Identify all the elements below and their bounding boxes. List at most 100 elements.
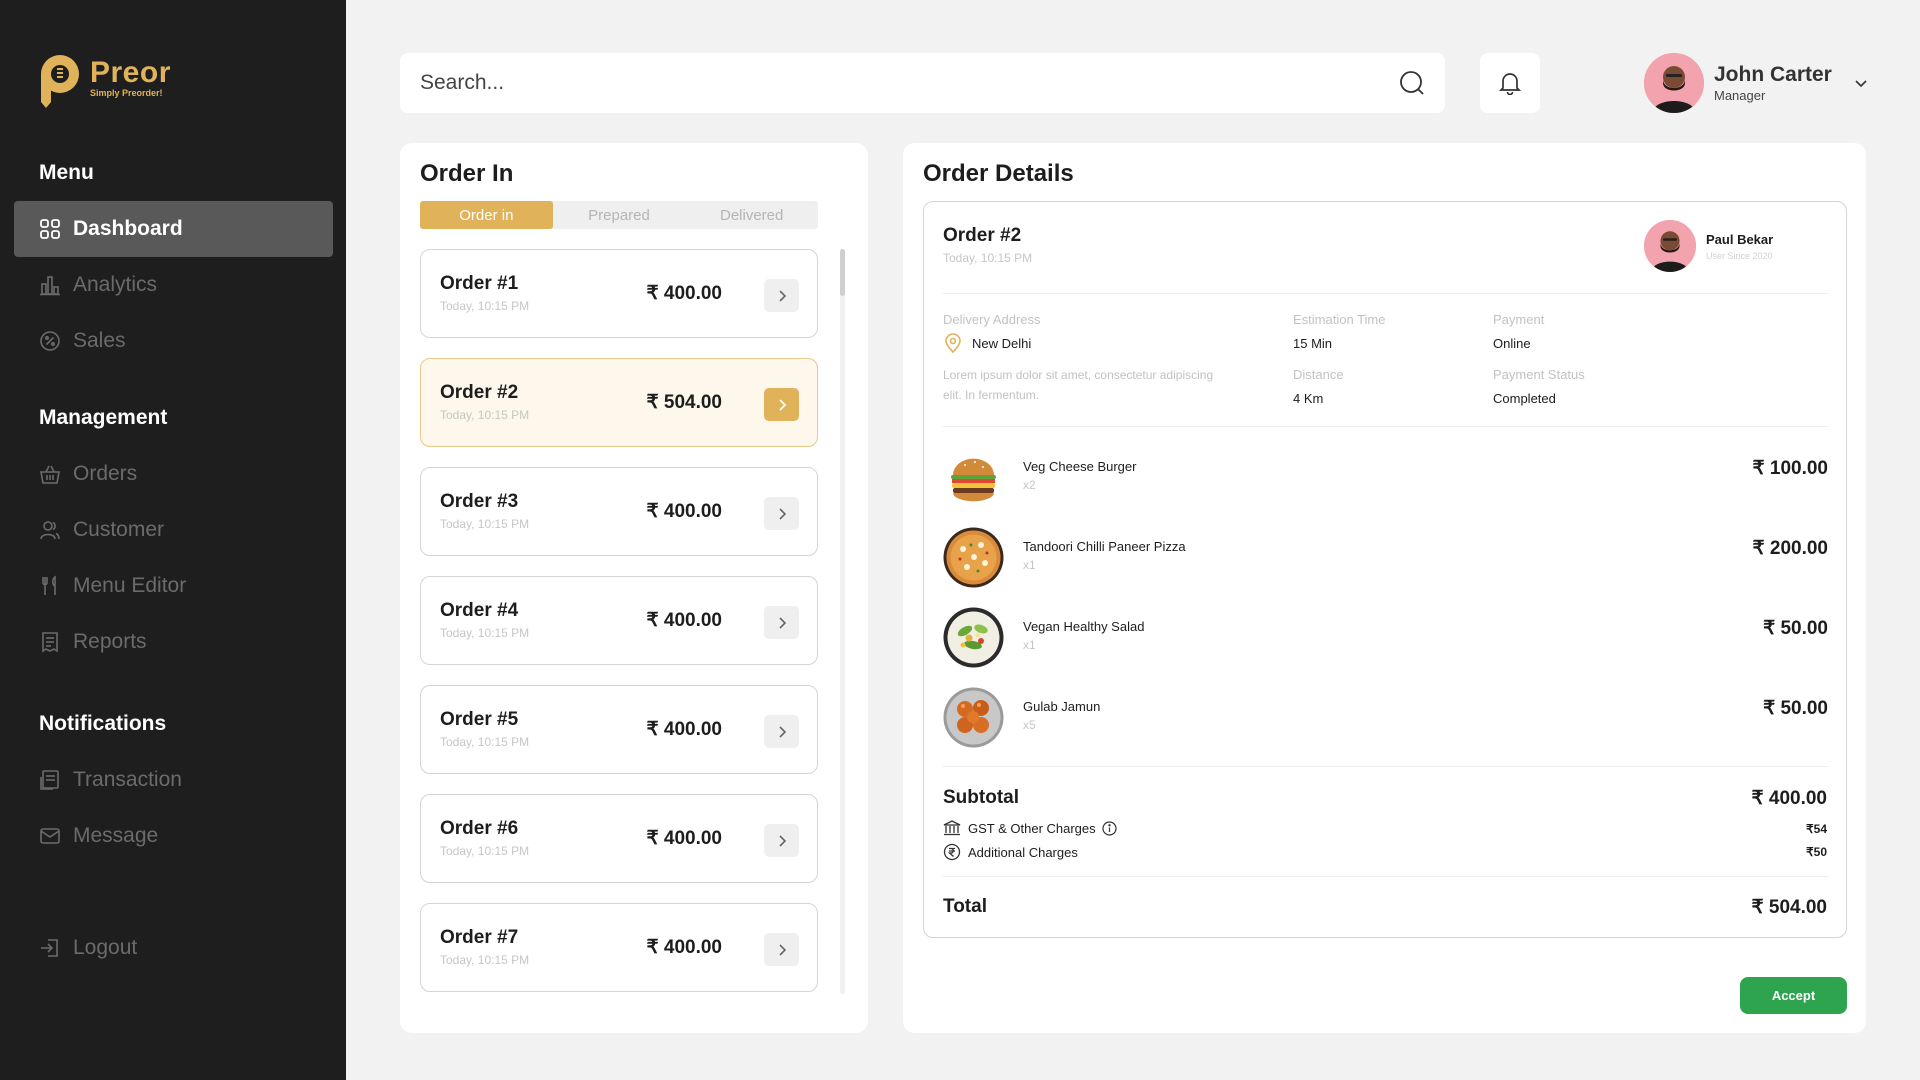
open-order-button[interactable] [764,824,799,857]
sidebar-item-dashboard[interactable]: Dashboard [14,201,333,257]
order-card[interactable]: Order #1 Today, 10:15 PM ₹ 400.00 [420,249,818,338]
search-bar [400,53,1445,113]
info-icon[interactable] [1102,820,1117,836]
sidebar-item-reports[interactable]: Reports [14,614,333,670]
bar-chart-icon [38,273,62,297]
additional-charges-label: Additional Charges [968,844,1078,860]
item-price: ₹ 50.00 [1763,698,1828,719]
open-order-button[interactable] [764,715,799,748]
user-profile-menu[interactable]: John Carter Manager [1644,53,1868,113]
mail-icon [38,824,62,848]
sidebar-item-label: Dashboard [73,217,183,240]
notification-button[interactable] [1480,53,1540,113]
order-item: Gulab Jamun x5 ₹ 50.00 [943,687,1828,749]
order-amount: ₹ 400.00 [646,828,722,849]
item-price: ₹ 50.00 [1763,618,1828,639]
divider [943,766,1828,767]
tab-delivered[interactable]: Delivered [685,201,818,229]
search-icon[interactable] [1399,70,1425,96]
order-time: Today, 10:15 PM [440,408,530,422]
order-details-panel: Order Details Order #2 Today, 10:15 PM P… [903,143,1866,1033]
order-list-scrollbar[interactable] [840,249,845,994]
menu-section-title: Menu [39,161,94,184]
location-pin-icon [943,333,963,353]
total-value: ₹ 504.00 [1751,897,1827,918]
bank-icon [943,820,961,836]
open-order-button[interactable] [764,279,799,312]
order-card[interactable]: Order #3 Today, 10:15 PM ₹ 400.00 [420,467,818,556]
sidebar-item-analytics[interactable]: Analytics [14,257,333,313]
scrollbar-thumb[interactable] [840,249,845,296]
order-card[interactable]: Order #7 Today, 10:15 PM ₹ 400.00 [420,903,818,992]
additional-charges-row: Additional Charges [943,843,1078,861]
chevron-right-icon [778,507,786,520]
item-quantity: x1 [1023,558,1036,572]
notifications-section-title: Notifications [39,712,167,735]
sidebar-item-sales[interactable]: Sales [14,313,333,369]
user-avatar [1644,53,1704,113]
sidebar-item-customer[interactable]: Customer [14,502,333,558]
distance-value: 4 Km [1293,391,1324,406]
order-title: Order #6 [440,818,519,839]
user-role: Manager [1714,88,1766,103]
fork-knife-icon [38,574,62,598]
order-card-selected[interactable]: Order #2 Today, 10:15 PM ₹ 504.00 [420,358,818,447]
chevron-right-icon [778,943,786,956]
distance-label: Distance [1293,367,1344,382]
order-title: Order #2 [440,382,519,403]
payment-value: Online [1493,336,1531,351]
logout-label: Logout [73,936,138,959]
sidebar-item-label: Reports [73,630,147,653]
customer-since: User Since 2020 [1706,250,1773,261]
chevron-right-icon [778,725,786,738]
sidebar-item-message[interactable]: Message [14,808,333,864]
search-input[interactable] [420,71,1399,95]
bell-icon [1499,73,1521,95]
open-order-button[interactable] [764,388,799,421]
chevron-right-icon [778,616,786,629]
subtotal-label: Subtotal [943,787,1019,808]
order-card[interactable]: Order #5 Today, 10:15 PM ₹ 400.00 [420,685,818,774]
order-card[interactable]: Order #6 Today, 10:15 PM ₹ 400.00 [420,794,818,883]
order-detail-card: Order #2 Today, 10:15 PM Paul Bekar User… [923,201,1847,938]
pizza-image [943,527,1004,588]
order-amount: ₹ 400.00 [646,501,722,522]
burger-image [943,447,1004,508]
brand-logo[interactable]: Preor Simply Preorder! [36,52,171,108]
transaction-icon [38,768,62,792]
sidebar-item-label: Customer [73,518,165,541]
item-quantity: x5 [1023,718,1036,732]
delivery-address-label: Delivery Address [943,312,1041,327]
estimation-label: Estimation Time [1293,312,1386,327]
grid-icon [38,217,62,241]
order-time: Today, 10:15 PM [440,626,530,640]
open-order-button[interactable] [764,497,799,530]
open-order-button[interactable] [764,933,799,966]
chevron-right-icon [778,834,786,847]
tab-order-in[interactable]: Order in [420,201,553,229]
logout-button[interactable]: Logout [14,920,333,976]
payment-label: Payment [1493,312,1545,327]
customer-avatar [1644,220,1696,272]
sidebar-item-transaction[interactable]: Transaction [14,752,333,808]
sidebar-item-orders[interactable]: Orders [14,446,333,502]
payment-status-label: Payment Status [1493,367,1585,382]
order-title: Order #5 [440,709,519,730]
order-title: Order #3 [440,491,519,512]
accept-button[interactable]: Accept [1740,977,1847,1014]
chevron-down-icon[interactable] [1854,78,1868,88]
open-order-button[interactable] [764,606,799,639]
order-time: Today, 10:15 PM [440,735,530,749]
tab-prepared[interactable]: Prepared [553,201,686,229]
order-list: Order #1 Today, 10:15 PM ₹ 400.00 Order … [420,249,818,1012]
order-time: Today, 10:15 PM [440,844,530,858]
order-time: Today, 10:15 PM [440,299,530,313]
order-card[interactable]: Order #4 Today, 10:15 PM ₹ 400.00 [420,576,818,665]
detail-order-time: Today, 10:15 PM [943,251,1033,265]
item-price: ₹ 200.00 [1752,538,1828,559]
sidebar-item-menu-editor[interactable]: Menu Editor [14,558,333,614]
estimation-value: 15 Min [1293,336,1333,351]
order-item: Veg Cheese Burger x2 ₹ 100.00 [943,447,1828,509]
order-time: Today, 10:15 PM [440,517,530,531]
brand-tagline: Simply Preorder! [90,88,163,98]
